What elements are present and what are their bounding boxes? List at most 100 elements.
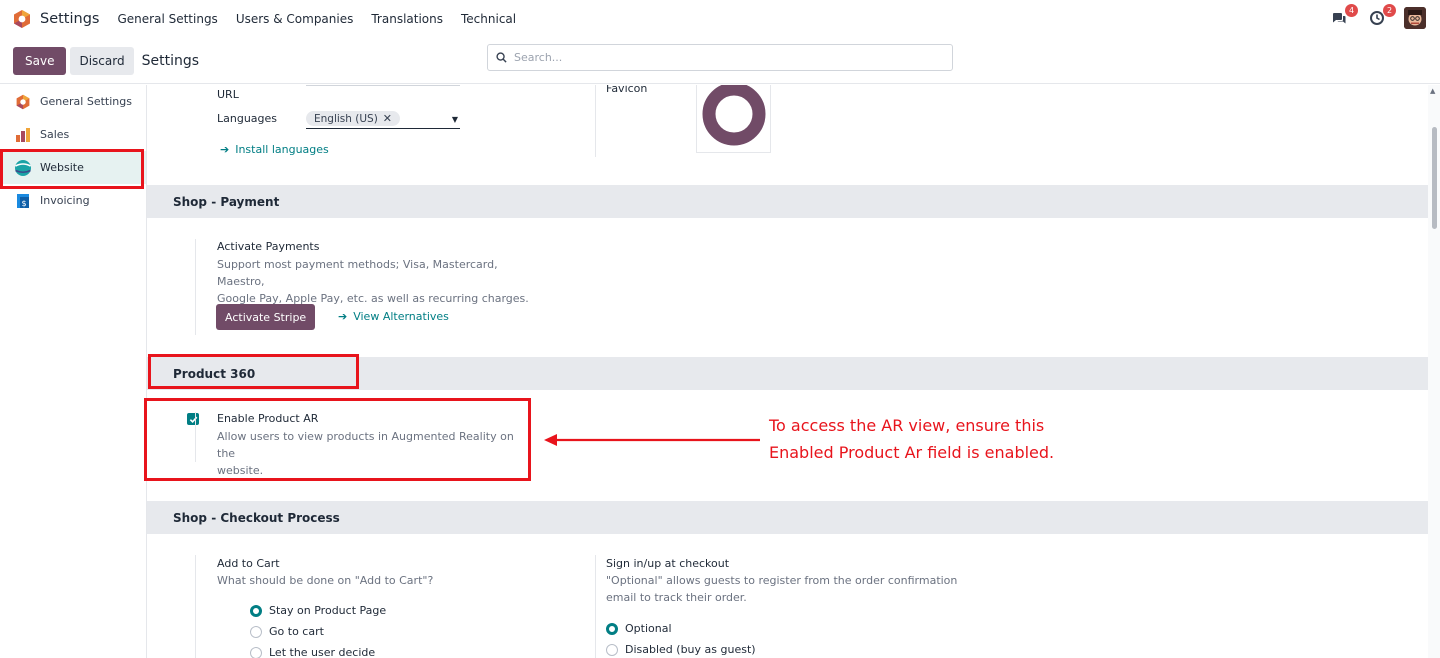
menu-technical[interactable]: Technical xyxy=(461,12,516,26)
url-field[interactable] xyxy=(306,85,460,86)
enable-product-ar-desc-line1: Allow users to view products in Augmente… xyxy=(217,430,514,460)
radio-label: Optional xyxy=(625,622,672,635)
page-title: Settings xyxy=(141,52,200,69)
signin-options: Optional Disabled (buy as guest) xyxy=(606,618,756,658)
sales-chart-icon xyxy=(14,126,32,144)
add-to-cart-options: Stay on Product Page Go to cart Let the … xyxy=(250,600,386,658)
messages-badge: 4 xyxy=(1345,4,1358,17)
main-scrollbar[interactable]: ▲ xyxy=(1428,85,1440,658)
menu-general-settings[interactable]: General Settings xyxy=(117,12,217,26)
sidebar-item-general-settings[interactable]: General Settings xyxy=(0,85,146,118)
invoice-icon: $ xyxy=(14,192,32,210)
signin-checkout-description: "Optional" allows guests to register fro… xyxy=(606,572,1006,606)
checkmark-icon xyxy=(189,416,197,423)
section-shop-payment: Shop - Payment xyxy=(147,185,1428,218)
sidebar-item-label: General Settings xyxy=(40,95,132,108)
search-icon xyxy=(496,52,507,63)
add-to-cart-description: What should be done on "Add to Cart"? xyxy=(217,574,434,587)
signin-desc-line2: email to track their order. xyxy=(606,591,747,604)
svg-text:$: $ xyxy=(22,199,27,208)
search-input[interactable] xyxy=(514,51,934,64)
languages-field[interactable]: English (US) ✕ ▼ xyxy=(306,109,460,129)
save-button[interactable]: Save xyxy=(13,46,67,75)
setting-divider xyxy=(195,239,196,335)
enable-product-ar-checkbox[interactable] xyxy=(187,413,199,425)
setting-divider xyxy=(195,412,196,462)
column-divider xyxy=(595,555,596,658)
scroll-up-arrow-icon[interactable]: ▲ xyxy=(1430,87,1435,95)
radio-label: Disabled (buy as guest) xyxy=(625,643,756,656)
activate-stripe-button[interactable]: Activate Stripe xyxy=(216,304,316,330)
enable-product-ar-title: Enable Product AR xyxy=(217,412,319,425)
dropdown-caret-icon[interactable]: ▼ xyxy=(452,115,458,124)
signin-desc-line1: "Optional" allows guests to register fro… xyxy=(606,574,958,587)
enable-product-ar-description: Allow users to view products in Augmente… xyxy=(217,428,527,479)
messages-button[interactable]: 4 xyxy=(1328,4,1358,29)
arrow-right-icon: ➔ xyxy=(220,143,230,156)
language-tag-label: English (US) xyxy=(314,112,378,125)
add-to-cart-title: Add to Cart xyxy=(217,557,280,570)
settings-content: URL Languages English (US) ✕ ▼ ➔ Install… xyxy=(147,85,1428,658)
radio-disabled-guest[interactable]: Disabled (buy as guest) xyxy=(606,639,756,658)
radio-label: Let the user decide xyxy=(269,646,376,658)
radio-button[interactable] xyxy=(250,604,262,617)
favicon-ring-icon xyxy=(702,85,765,146)
radio-label: Stay on Product Page xyxy=(269,604,387,617)
section-shop-checkout: Shop - Checkout Process xyxy=(147,501,1428,534)
signin-checkout-title: Sign in/up at checkout xyxy=(606,557,730,570)
settings-sidebar: General Settings Sales Website $ Invoici… xyxy=(0,85,147,658)
view-alternatives-link[interactable]: ➔ View Alternatives xyxy=(338,310,449,323)
activities-button[interactable]: 2 xyxy=(1366,4,1396,29)
column-divider xyxy=(595,85,596,157)
scroll-thumb[interactable] xyxy=(1432,127,1437,229)
annotation-text: To access the AR view, ensure this Enabl… xyxy=(769,412,1099,466)
search-box[interactable] xyxy=(487,44,953,71)
sidebar-item-website[interactable]: Website xyxy=(0,151,146,184)
radio-button[interactable] xyxy=(250,625,262,638)
avatar-image xyxy=(1404,7,1426,29)
activate-payments-title: Activate Payments xyxy=(217,240,320,253)
section-product-360: Product 360 xyxy=(147,357,1428,390)
arrow-right-icon: ➔ xyxy=(338,310,348,323)
language-tag: English (US) ✕ xyxy=(306,111,401,126)
activate-payments-desc-line1: Support most payment methods; Visa, Mast… xyxy=(217,258,498,288)
radio-label: Go to cart xyxy=(269,625,324,638)
radio-button[interactable] xyxy=(606,622,618,635)
setting-divider xyxy=(195,555,196,658)
settings-app-icon[interactable] xyxy=(12,9,32,29)
remove-tag-icon[interactable]: ✕ xyxy=(383,112,392,125)
menu-users-companies[interactable]: Users & Companies xyxy=(236,12,354,26)
radio-let-user-decide[interactable]: Let the user decide xyxy=(250,642,386,658)
favicon-image[interactable] xyxy=(696,85,771,153)
url-label: URL xyxy=(217,88,239,101)
annotation-line2: Enabled Product Ar field is enabled. xyxy=(769,443,1055,462)
activities-badge: 2 xyxy=(1383,4,1396,17)
install-languages-link[interactable]: ➔ Install languages xyxy=(220,143,329,156)
languages-label: Languages xyxy=(217,112,278,125)
install-languages-text: Install languages xyxy=(235,143,329,156)
annotation-line1: To access the AR view, ensure this xyxy=(769,416,1045,435)
view-alternatives-text: View Alternatives xyxy=(353,310,449,323)
favicon-label: Favicon xyxy=(606,85,648,95)
radio-button[interactable] xyxy=(250,646,262,658)
annotation-arrow-icon xyxy=(544,434,760,446)
menu-translations[interactable]: Translations xyxy=(371,12,443,26)
activate-payments-description: Support most payment methods; Visa, Mast… xyxy=(217,256,547,307)
app-name[interactable]: Settings xyxy=(40,11,99,27)
radio-go-to-cart[interactable]: Go to cart xyxy=(250,621,386,642)
radio-button[interactable] xyxy=(606,643,618,656)
sidebar-item-invoicing[interactable]: $ Invoicing xyxy=(0,184,146,217)
control-panel: Save Discard Settings xyxy=(0,38,1440,84)
radio-stay-on-product-page[interactable]: Stay on Product Page xyxy=(250,600,386,621)
enable-product-ar-desc-line2: website. xyxy=(217,464,264,477)
sidebar-item-sales[interactable]: Sales xyxy=(0,118,146,151)
radio-optional[interactable]: Optional xyxy=(606,618,756,639)
top-navbar: Settings General Settings Users & Compan… xyxy=(0,0,1440,38)
user-avatar[interactable] xyxy=(1404,7,1426,29)
discard-button[interactable]: Discard xyxy=(70,46,134,75)
sidebar-item-label: Invoicing xyxy=(40,194,90,207)
website-globe-icon xyxy=(14,159,32,177)
sidebar-item-label: Website xyxy=(40,161,84,174)
odoo-logo-icon xyxy=(14,93,32,111)
sidebar-item-label: Sales xyxy=(40,128,70,141)
